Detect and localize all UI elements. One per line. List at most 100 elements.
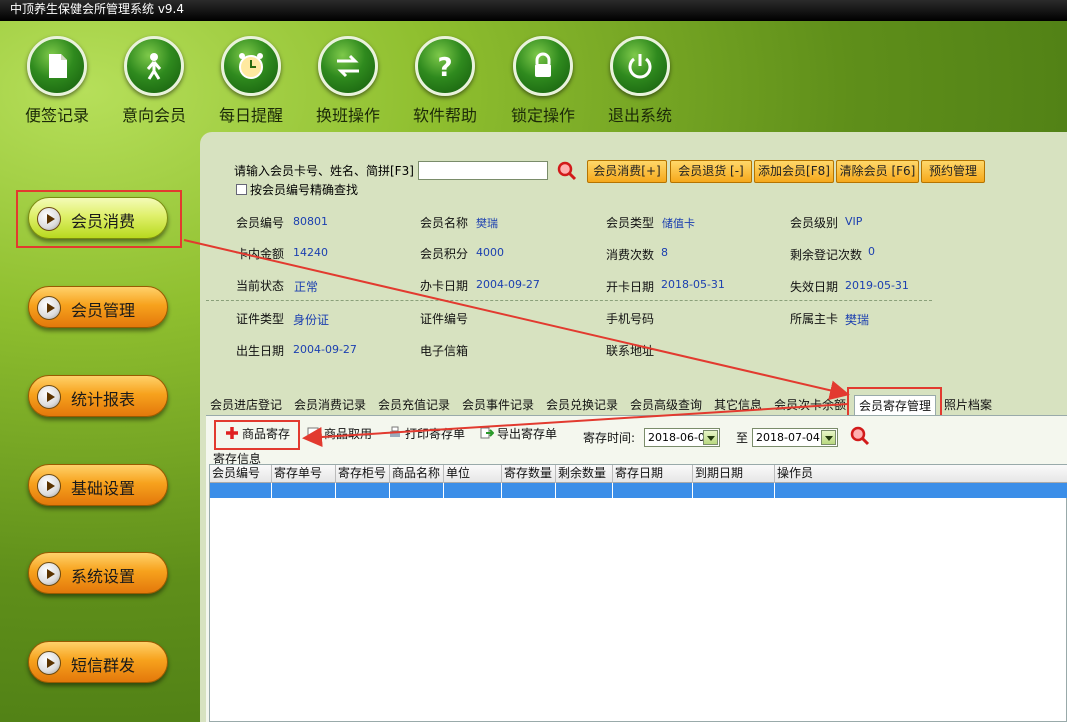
play-icon	[37, 474, 61, 498]
cell-divider	[389, 483, 390, 498]
nav-basic-settings[interactable]: 基础设置	[28, 464, 168, 506]
toolbar-prospect-label: 意向会员	[121, 106, 186, 125]
consume-count-label: 消费次数	[606, 248, 655, 262]
print-icon	[390, 426, 400, 437]
id-type-label: 证件类型	[236, 312, 285, 326]
chevron-down-icon[interactable]	[703, 430, 718, 445]
id-no-label: 证件编号	[420, 312, 469, 326]
search-prompt: 请输入会员卡号、姓名、简拼[F3]	[234, 164, 414, 178]
phone-label: 手机号码	[606, 312, 655, 326]
search-input[interactable]	[418, 161, 548, 180]
chevron-down-icon[interactable]	[821, 430, 836, 445]
cell-divider	[335, 483, 336, 498]
nav-label: 基础设置	[71, 479, 136, 498]
tab-other-info[interactable]: 其它信息	[710, 395, 766, 415]
lock-icon	[513, 36, 573, 96]
divider	[206, 300, 932, 301]
booking-button[interactable]: 预约管理	[921, 160, 985, 183]
search-icon[interactable]	[849, 425, 871, 447]
toolbar-lock-label: 锁定操作	[510, 106, 575, 125]
toolbar-shift-button[interactable]: 换班操作	[308, 36, 388, 126]
issue-date-label: 办卡日期	[420, 279, 469, 293]
tab-times-card-balance[interactable]: 会员次卡余额	[770, 395, 850, 415]
remain-label: 剩余登记次数	[790, 248, 863, 262]
col-operator[interactable]: 操作员	[775, 465, 1067, 483]
export-slip-label: 导出寄存单	[497, 427, 558, 441]
print-slip-button[interactable]: 打印寄存单	[388, 425, 465, 442]
take-goods-button[interactable]: 商品取用	[307, 425, 372, 442]
nav-reports[interactable]: 统计报表	[28, 375, 168, 417]
date-from-picker[interactable]: 2018-06-03	[644, 428, 720, 447]
tab-advanced-query[interactable]: 会员高级查询	[626, 395, 706, 415]
col-goods-name[interactable]: 商品名称	[390, 465, 444, 483]
export-icon	[480, 427, 494, 439]
tab-consume-records[interactable]: 会员消费记录	[290, 395, 370, 415]
swap-arrows-icon	[318, 36, 378, 96]
storage-time-label: 寄存时间:	[583, 431, 636, 445]
add-member-button[interactable]: 添加会员[F8]	[754, 160, 834, 183]
col-store-date[interactable]: 寄存日期	[613, 465, 693, 483]
status-value: 正常	[294, 280, 319, 294]
owner-card-value: 樊瑞	[845, 313, 870, 327]
tab-exchange-records[interactable]: 会员兑换记录	[542, 395, 622, 415]
play-icon	[37, 385, 61, 409]
clear-member-button[interactable]: 清除会员 [F6]	[836, 160, 919, 183]
member-no-value: 80801	[293, 215, 328, 228]
expire-date-value: 2019-05-31	[845, 279, 909, 292]
tab-checkin[interactable]: 会员进店登记	[206, 395, 286, 415]
svg-text:?: ?	[437, 53, 452, 83]
storage-grid[interactable]: 会员编号 寄存单号 寄存柜号 商品名称 单位 寄存数量 剩余数量 寄存日期 到期…	[209, 464, 1067, 722]
col-slip-no[interactable]: 寄存单号	[272, 465, 336, 483]
alarm-clock-icon	[221, 36, 281, 96]
birth-label: 出生日期	[236, 344, 285, 358]
return-button[interactable]: 会员退货 [-]	[670, 160, 752, 183]
address-label: 联系地址	[606, 344, 655, 358]
window-title: 中顶养生保健会所管理系统 v9.4	[10, 2, 185, 16]
member-type-label: 会员类型	[606, 216, 655, 230]
nav-member-manage[interactable]: 会员管理	[28, 286, 168, 328]
exact-match-label: 按会员编号精确查找	[250, 183, 359, 197]
col-remain-qty[interactable]: 剩余数量	[556, 465, 613, 483]
col-expire-date[interactable]: 到期日期	[693, 465, 775, 483]
toolbar-reminder-button[interactable]: 每日提醒	[211, 36, 291, 126]
cell-divider	[501, 483, 502, 498]
search-icon[interactable]	[556, 160, 578, 182]
date-to-label: 至	[736, 431, 749, 445]
status-label: 当前状态	[236, 279, 285, 293]
print-slip-label: 打印寄存单	[405, 427, 466, 441]
play-icon	[37, 296, 61, 320]
person-icon	[124, 36, 184, 96]
nav-system-settings[interactable]: 系统设置	[28, 552, 168, 594]
exact-match-checkbox[interactable]	[236, 184, 247, 195]
play-icon	[37, 651, 61, 675]
toolbar-shift-label: 换班操作	[315, 106, 380, 125]
balance-label: 卡内金额	[236, 247, 285, 261]
toolbar-exit-button[interactable]: 退出系统	[600, 36, 680, 126]
toolbar-lock-button[interactable]: 锁定操作	[503, 36, 583, 126]
toolbar-help-button[interactable]: ? 软件帮助	[405, 36, 485, 126]
export-slip-button[interactable]: 导出寄存单	[480, 425, 557, 442]
toolbar-notes-button[interactable]: 便签记录	[17, 36, 97, 126]
date-to-picker[interactable]: 2018-07-04	[752, 428, 838, 447]
expire-date-label: 失效日期	[790, 280, 839, 294]
tab-recharge-records[interactable]: 会员充值记录	[374, 395, 454, 415]
toolbar-prospect-button[interactable]: 意向会员	[114, 36, 194, 126]
title-bar: 中顶养生保健会所管理系统 v9.4	[0, 0, 1067, 21]
col-member-no[interactable]: 会员编号	[210, 465, 272, 483]
nav-sms[interactable]: 短信群发	[28, 641, 168, 683]
tab-event-records[interactable]: 会员事件记录	[458, 395, 538, 415]
table-row[interactable]	[210, 483, 1067, 498]
member-level-label: 会员级别	[790, 216, 839, 230]
cell-divider	[443, 483, 444, 498]
toolbar-reminder-label: 每日提醒	[218, 106, 283, 125]
col-store-qty[interactable]: 寄存数量	[502, 465, 556, 483]
toolbar-notes-label: 便签记录	[24, 106, 89, 125]
remain-value: 0	[868, 245, 875, 258]
email-label: 电子信箱	[420, 344, 469, 358]
col-unit[interactable]: 单位	[444, 465, 502, 483]
question-icon: ?	[415, 36, 475, 96]
tab-photo-archive[interactable]: 照片档案	[940, 395, 996, 415]
cell-divider	[555, 483, 556, 498]
col-cabinet-no[interactable]: 寄存柜号	[336, 465, 390, 483]
consume-button[interactable]: 会员消费[+]	[587, 160, 667, 183]
